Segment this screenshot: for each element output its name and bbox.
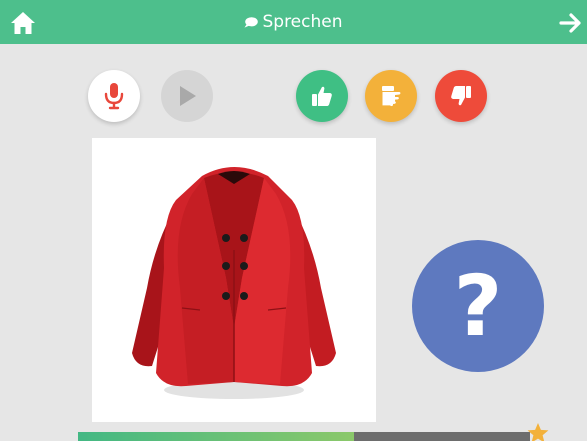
play-button[interactable] [161, 70, 213, 122]
arrow-right-icon [559, 13, 581, 33]
thumb-up-icon [312, 86, 332, 106]
hint-button[interactable]: ? [412, 240, 544, 372]
progress-bar [78, 432, 530, 441]
vocabulary-image-card [92, 138, 376, 422]
microphone-icon [104, 83, 124, 110]
star-icon [526, 422, 550, 441]
record-button[interactable] [88, 70, 140, 122]
progress-fill [78, 432, 354, 441]
question-mark: ? [453, 257, 503, 355]
rate-bad-button[interactable] [435, 70, 487, 122]
thumb-sideways-icon [382, 86, 401, 107]
rate-good-button[interactable] [296, 70, 348, 122]
page-title: Sprechen [0, 11, 587, 33]
speech-bubble-icon [244, 17, 259, 28]
page-title-text: Sprechen [262, 12, 343, 32]
thumb-down-icon [451, 86, 471, 106]
next-button[interactable] [559, 12, 583, 34]
rate-ok-button[interactable] [365, 70, 417, 122]
top-bar: Sprechen [0, 0, 587, 44]
red-coat-image [132, 167, 336, 399]
play-icon [180, 86, 196, 106]
